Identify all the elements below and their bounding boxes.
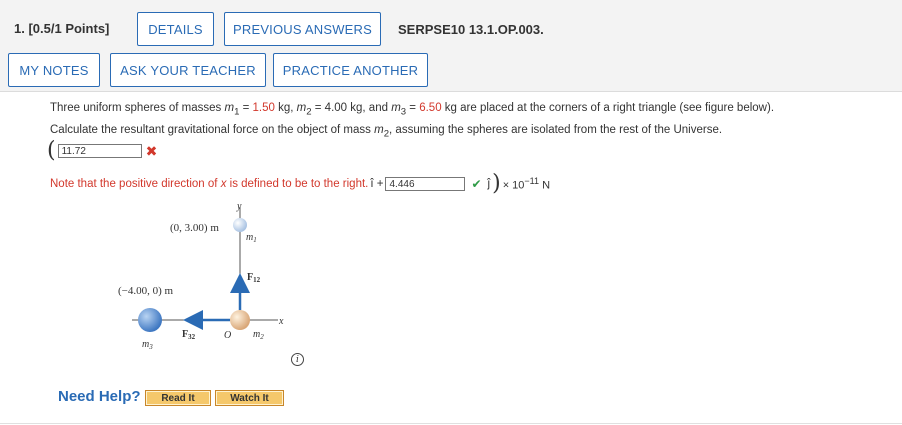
- problem-text: Three uniform spheres of masses m1 = 1.5…: [50, 99, 890, 144]
- open-paren: (: [47, 138, 56, 163]
- m2-sphere: [230, 310, 250, 330]
- y-axis-label: y: [236, 201, 242, 212]
- top-coordinate: (0, 3.00) m: [170, 222, 219, 234]
- question-id: SERPSE10 13.1.OP.003.: [398, 22, 544, 37]
- m2-label: m2: [253, 329, 264, 341]
- details-button[interactable]: DETAILS: [137, 12, 214, 46]
- check-icon: ✔: [471, 177, 482, 191]
- m3-sphere: [138, 308, 162, 332]
- m1-value: 1.50: [252, 102, 275, 114]
- problem-line-2: Calculate the resultant gravitational fo…: [50, 124, 723, 140]
- question-points: 1. [0.5/1 Points]: [14, 21, 109, 36]
- figure-svg: y x (0, 3.00) m (−4.00, 0) m m1 F12 m2 m…: [118, 201, 284, 351]
- m3-label: m3: [142, 339, 153, 351]
- my-notes-button[interactable]: MY NOTES: [8, 53, 100, 87]
- answer-j-row: Note that the positive direction of x is…: [50, 171, 551, 196]
- answer-i-row: ( ✖: [47, 138, 158, 163]
- left-coordinate: (−4.00, 0) m: [118, 285, 174, 297]
- f32-label: F32: [182, 329, 196, 341]
- m1-sphere: [233, 218, 247, 232]
- x-axis-label: x: [278, 316, 284, 327]
- ask-your-teacher-button[interactable]: ASK YOUR TEACHER: [110, 53, 266, 87]
- read-it-button[interactable]: Read It: [145, 390, 211, 406]
- m3-value: 6.50: [419, 102, 442, 114]
- triangle-figure: y x (0, 3.00) m (−4.00, 0) m m1 F12 m2 m…: [110, 195, 310, 360]
- question-number: 1.: [14, 21, 25, 36]
- j-hat-label: ĵ: [487, 178, 491, 190]
- f12-label: F12: [247, 272, 261, 284]
- cross-icon: ✖: [145, 143, 158, 159]
- times-ten: × 10−11 N: [502, 176, 551, 192]
- i-component-input[interactable]: [57, 144, 142, 158]
- origin-label: O: [224, 330, 231, 341]
- practice-another-button[interactable]: PRACTICE ANOTHER: [273, 53, 428, 87]
- previous-answers-button[interactable]: PREVIOUS ANSWERS: [224, 12, 381, 46]
- i-hat-label: î +: [370, 178, 384, 190]
- problem-line-1: Three uniform spheres of masses m1 = 1.5…: [50, 102, 775, 118]
- close-paren: ): [492, 171, 501, 196]
- watch-it-button[interactable]: Watch It: [215, 390, 284, 406]
- m1-label: m1: [246, 232, 257, 244]
- bottom-divider: [0, 423, 902, 424]
- need-help-label: Need Help?: [58, 388, 141, 405]
- j-component-input[interactable]: [385, 177, 466, 191]
- direction-note: Note that the positive direction of x is…: [50, 178, 369, 190]
- points-label: [0.5/1 Points]: [28, 21, 110, 36]
- info-icon[interactable]: i: [291, 353, 304, 366]
